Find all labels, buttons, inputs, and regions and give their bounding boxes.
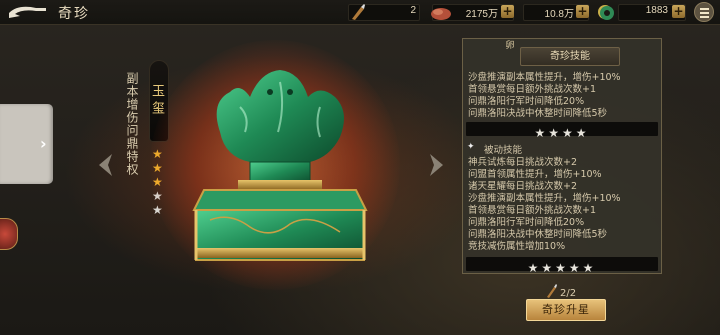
skill-line: 首领悬赏每日额外挑战次数+1 — [468, 84, 597, 95]
panel-badge: 卵 — [505, 41, 515, 51]
treasure-description: 副本增伤问鼎特权 — [125, 72, 139, 176]
skill-line: 沙盘推演副本属性提升，增伤+10% — [468, 72, 621, 83]
next-treasure-arrow-icon[interactable] — [428, 152, 446, 178]
back-arrow-icon — [9, 6, 46, 18]
passive-star-rating: ★★★★★ — [527, 261, 597, 275]
upgrade-star-button[interactable]: 奇珍升星 — [526, 299, 606, 321]
passive-line: 竞技减伤属性增加10% — [468, 241, 566, 252]
passive-line: 沙盘推演副本属性提升，增伤+10% — [468, 193, 621, 204]
add-jade-button[interactable]: + — [672, 5, 685, 18]
skill-panel-header: 奇珍技能 — [520, 47, 620, 66]
skill-line: 问鼎洛阳行军时间降低20% — [468, 96, 585, 107]
ore-pile-icon — [431, 8, 451, 20]
passive-skill-icon: ✦ — [467, 142, 475, 152]
brush-icon — [352, 4, 365, 20]
resource-value-ore: 2175万 — [465, 9, 498, 20]
brush-icon — [547, 284, 557, 298]
skill-star-rating: ★★★★ — [534, 126, 590, 140]
page-title: 奇珍 — [58, 6, 90, 22]
passive-line: 问盟首领属性提升，增伤+10% — [468, 169, 602, 180]
prev-treasure-arrow-icon[interactable] — [96, 152, 114, 178]
chevron-right-icon[interactable]: › — [40, 134, 47, 153]
add-ore-button[interactable]: + — [501, 5, 514, 18]
upgrade-material-count: 2/2 — [560, 288, 577, 299]
event-badge-icon[interactable] — [0, 218, 18, 250]
passive-line: 问鼎洛阳决战中休整时间降低5秒 — [468, 229, 608, 240]
jade-seal-image — [192, 70, 368, 261]
passive-line: 诸天星耀每日挑战次数+2 — [468, 181, 578, 192]
back-button[interactable] — [6, 2, 48, 22]
skill-line: 问鼎洛阳决战中休整时间降低5秒 — [468, 108, 608, 119]
passive-line: 神兵试炼每日挑战次数+2 — [468, 157, 578, 168]
resource-value-brush: 2 — [410, 5, 416, 16]
skill-star-bar: ★★★★ — [466, 122, 658, 140]
passive-line: 问鼎洛阳行军时间降低20% — [468, 217, 585, 228]
add-copper-button[interactable]: + — [576, 5, 589, 18]
passive-line: 首领悬赏每日额外挑战次数+1 — [468, 205, 597, 216]
menu-button[interactable] — [694, 2, 714, 22]
jade-gem-icon — [600, 6, 614, 20]
passive-star-bar: ★★★★★ — [466, 257, 658, 275]
resource-value-copper: 10.8万 — [544, 9, 574, 20]
resource-value-jade: 1883 — [645, 5, 668, 16]
passive-skill-title: 被动技能 — [484, 145, 523, 156]
